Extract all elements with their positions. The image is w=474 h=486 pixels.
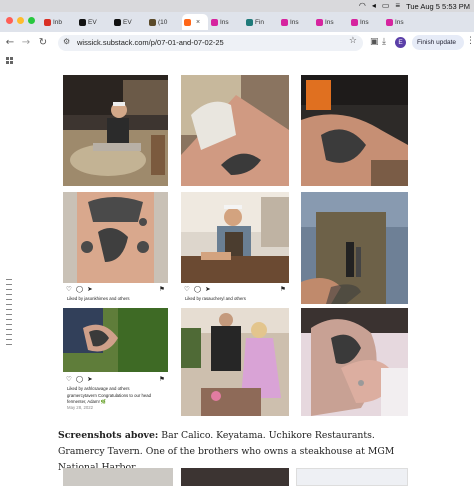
window-controls [6, 17, 35, 24]
post-action-icons[interactable]: ♡ ◯ ➤ ⚑ [66, 375, 165, 383]
downloads-icon[interactable]: ⤓ [382, 37, 386, 47]
tab-label: Inb [53, 18, 63, 26]
address-bar[interactable]: ⚙ wissick.substack.com/p/07-01-and-07-02… [58, 35, 363, 51]
like-heart-icon[interactable]: ♡ [66, 375, 72, 383]
macos-menu-bar: ◠ ◂ ▭ ≡ Tue Aug 5 5:53 PM [0, 0, 474, 12]
save-bookmark-icon[interactable]: ⚑ [159, 375, 165, 383]
toc-outline-icon[interactable] [6, 279, 12, 345]
comment-icon[interactable]: ◯ [76, 285, 83, 293]
bookmarks-bar [0, 54, 474, 66]
gmail-icon [44, 18, 51, 26]
zoom-window-button[interactable] [28, 17, 35, 24]
tab-label: Ins [325, 18, 334, 26]
app-icon [149, 18, 156, 26]
like-heart-icon[interactable]: ♡ [66, 285, 72, 293]
instagram-icon [351, 18, 358, 26]
minimize-window-button[interactable] [17, 17, 24, 24]
back-button[interactable]: ← [4, 36, 16, 50]
post-date: May 28, 2022 [67, 405, 94, 410]
photo-chef-at-table-post[interactable]: ♡ ◯ ➤ ⚑ Liked by rasaucheryl and others [181, 192, 289, 304]
tab-label: Ins [290, 18, 299, 26]
tab-label: (10 [158, 18, 168, 26]
photo-tattooed-hand-plants-post[interactable]: ♡ ◯ ➤ ⚑ Liked by ashlcsavage and others … [63, 308, 168, 416]
share-icon[interactable]: ➤ [205, 285, 210, 293]
photo-tattooed-torso-post[interactable]: ♡ ◯ ➤ ⚑ Liked by jasonkhimes and others [63, 192, 168, 304]
photo-bottom-2[interactable] [181, 468, 289, 486]
volume-icon[interactable]: ◂ [372, 0, 376, 12]
browser-tab[interactable]: Ins [279, 14, 313, 30]
apps-grid-icon[interactable] [6, 57, 13, 64]
x-icon [114, 18, 121, 26]
share-icon[interactable]: ➤ [87, 285, 92, 293]
reload-button[interactable]: ↻ [37, 36, 49, 50]
instagram-icon [211, 18, 218, 26]
post-liked-by: Liked by ashlcsavage and others [67, 386, 130, 391]
tab-label: EV [88, 18, 97, 26]
close-window-button[interactable] [6, 17, 13, 24]
comment-icon[interactable]: ◯ [76, 375, 83, 383]
finish-update-button[interactable]: Finish update [412, 35, 464, 50]
photo-bottom-3[interactable] [296, 468, 408, 486]
browser-tab[interactable]: Fin [244, 14, 278, 30]
site-info-icon[interactable]: ⚙ [63, 37, 70, 46]
address-url[interactable]: wissick.substack.com/p/07-01-and-07-02-2… [77, 37, 224, 49]
tab-label: Ins [360, 18, 369, 26]
browser-tabs: Inb EV EV (10 × Ins Fin Ins Ins Ins Ins [42, 12, 419, 32]
save-bookmark-icon[interactable]: ⚑ [280, 285, 286, 293]
photo-tattooed-hands-rings[interactable] [301, 308, 408, 416]
profile-avatar[interactable]: E [395, 37, 406, 48]
menu-bar-status: ◠ ◂ ▭ ≡ Tue Aug 5 5:53 PM [359, 0, 470, 12]
browser-tab[interactable]: Ins [209, 14, 243, 30]
photo-couple-celebration[interactable] [181, 308, 289, 416]
perplexity-icon [246, 18, 253, 26]
forward-button[interactable]: → [20, 36, 32, 50]
instagram-icon [281, 18, 288, 26]
control-center-icon[interactable]: ≡ [395, 0, 400, 12]
menu-bar-clock[interactable]: Tue Aug 5 5:53 PM [406, 2, 470, 11]
tab-label: Fin [255, 18, 265, 26]
menu-kebab-icon[interactable]: ⋮ [466, 36, 474, 46]
comment-icon[interactable]: ◯ [194, 285, 201, 293]
post-action-icons[interactable]: ♡ ◯ ➤ ⚑ [184, 285, 286, 293]
photo-apron-chef[interactable] [301, 192, 408, 304]
post-liked-by: Liked by jasonkhimes and others [67, 296, 130, 301]
photo-tattooed-hand[interactable] [301, 75, 408, 186]
battery-icon[interactable]: ▭ [382, 0, 390, 12]
wifi-icon[interactable]: ◠ [359, 0, 366, 12]
instagram-icon [316, 18, 323, 26]
photo-chef-lounging[interactable] [63, 75, 168, 186]
browser-tab[interactable]: Ins [384, 14, 418, 30]
post-comment: gramercytavern Congratulations to our he… [67, 393, 152, 404]
browser-tab[interactable]: Ins [349, 14, 383, 30]
photo-tattooed-arm[interactable] [181, 75, 289, 186]
browser-tab[interactable]: EV [77, 14, 111, 30]
post-action-icons[interactable]: ♡ ◯ ➤ ⚑ [66, 285, 165, 293]
browser-tab[interactable]: EV [112, 14, 146, 30]
post-liked-by: Liked by rasaucheryl and others [185, 296, 246, 301]
like-heart-icon[interactable]: ♡ [184, 285, 190, 293]
tab-label: Ins [395, 18, 404, 26]
instagram-icon [386, 18, 393, 26]
save-bookmark-icon[interactable]: ⚑ [159, 285, 165, 293]
bookmark-star-icon[interactable]: ☆ [349, 36, 357, 46]
x-icon [79, 18, 86, 26]
caption-lead: Screenshots above: [58, 430, 159, 441]
cast-icon[interactable]: ▣ [370, 37, 379, 47]
share-icon[interactable]: ➤ [87, 375, 92, 383]
browser-tab[interactable]: × [182, 14, 208, 30]
tab-label: EV [123, 18, 132, 26]
browser-tab[interactable]: Inb [42, 14, 76, 30]
close-tab-icon[interactable]: × [196, 19, 200, 26]
tab-label: Ins [220, 18, 229, 26]
photo-bottom-1[interactable] [63, 468, 173, 486]
browser-tab[interactable]: Ins [314, 14, 348, 30]
browser-tab[interactable]: (10 [147, 14, 181, 30]
substack-icon [184, 18, 191, 26]
